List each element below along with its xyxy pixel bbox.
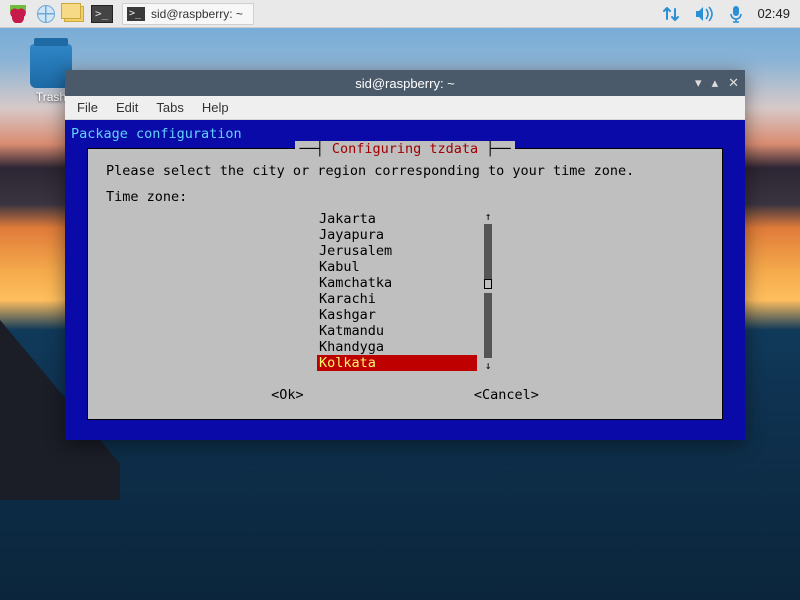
timezone-option[interactable]: Jerusalem xyxy=(317,243,477,259)
clock[interactable]: 02:49 xyxy=(757,6,790,21)
timezone-option[interactable]: Khandyga xyxy=(317,339,477,355)
timezone-label: Time zone: xyxy=(106,189,704,205)
terminal-area[interactable]: Package configuration ──┤ Configuring tz… xyxy=(65,120,745,440)
timezone-option[interactable]: Katmandu xyxy=(317,323,477,339)
terminal-launcher-icon[interactable]: >_ xyxy=(90,2,114,26)
network-icon[interactable] xyxy=(661,5,681,23)
timezone-list[interactable]: JakartaJayapuraJerusalemKabulKamchatkaKa… xyxy=(317,211,477,371)
menu-raspberry-icon[interactable] xyxy=(6,2,30,26)
taskbar-item-label: sid@raspberry: ~ xyxy=(151,7,243,21)
menu-edit[interactable]: Edit xyxy=(116,100,138,115)
dialog-prompt: Please select the city or region corresp… xyxy=(106,163,704,179)
menu-tabs[interactable]: Tabs xyxy=(156,100,183,115)
timezone-option[interactable]: Karachi xyxy=(317,291,477,307)
timezone-option[interactable]: Kamchatka xyxy=(317,275,477,291)
dialog-title: Configuring tzdata xyxy=(328,141,482,157)
list-scrollbar[interactable]: ↑ ↓ xyxy=(483,211,493,371)
ok-button[interactable]: <Ok> xyxy=(271,387,304,403)
microphone-icon[interactable] xyxy=(729,5,743,23)
volume-icon[interactable] xyxy=(695,6,715,22)
menu-help[interactable]: Help xyxy=(202,100,229,115)
browser-icon[interactable] xyxy=(34,2,58,26)
window-titlebar[interactable]: sid@raspberry: ~ ▾ ▴ ✕ xyxy=(65,70,745,96)
terminal-window: sid@raspberry: ~ ▾ ▴ ✕ File Edit Tabs He… xyxy=(65,70,745,440)
timezone-option[interactable]: Kolkata xyxy=(317,355,477,371)
top-panel: >_ >_ sid@raspberry: ~ 02:49 xyxy=(0,0,800,28)
scroll-down-icon[interactable]: ↓ xyxy=(485,360,492,371)
window-close-icon[interactable]: ✕ xyxy=(728,75,739,91)
timezone-option[interactable]: Kashgar xyxy=(317,307,477,323)
scroll-up-icon[interactable]: ↑ xyxy=(485,211,492,222)
timezone-option[interactable]: Jayapura xyxy=(317,227,477,243)
timezone-option[interactable]: Kabul xyxy=(317,259,477,275)
timezone-option[interactable]: Jakarta xyxy=(317,211,477,227)
window-maximize-icon[interactable]: ▴ xyxy=(712,75,719,91)
menu-file[interactable]: File xyxy=(77,100,98,115)
taskbar-item-terminal[interactable]: >_ sid@raspberry: ~ xyxy=(122,3,254,25)
tzdata-dialog: ──┤ Configuring tzdata ├── Please select… xyxy=(87,148,723,420)
window-menubar: File Edit Tabs Help xyxy=(65,96,745,120)
cancel-button[interactable]: <Cancel> xyxy=(474,387,539,403)
file-manager-icon[interactable] xyxy=(62,2,86,26)
window-title: sid@raspberry: ~ xyxy=(355,76,455,91)
window-minimize-icon[interactable]: ▾ xyxy=(695,75,702,91)
